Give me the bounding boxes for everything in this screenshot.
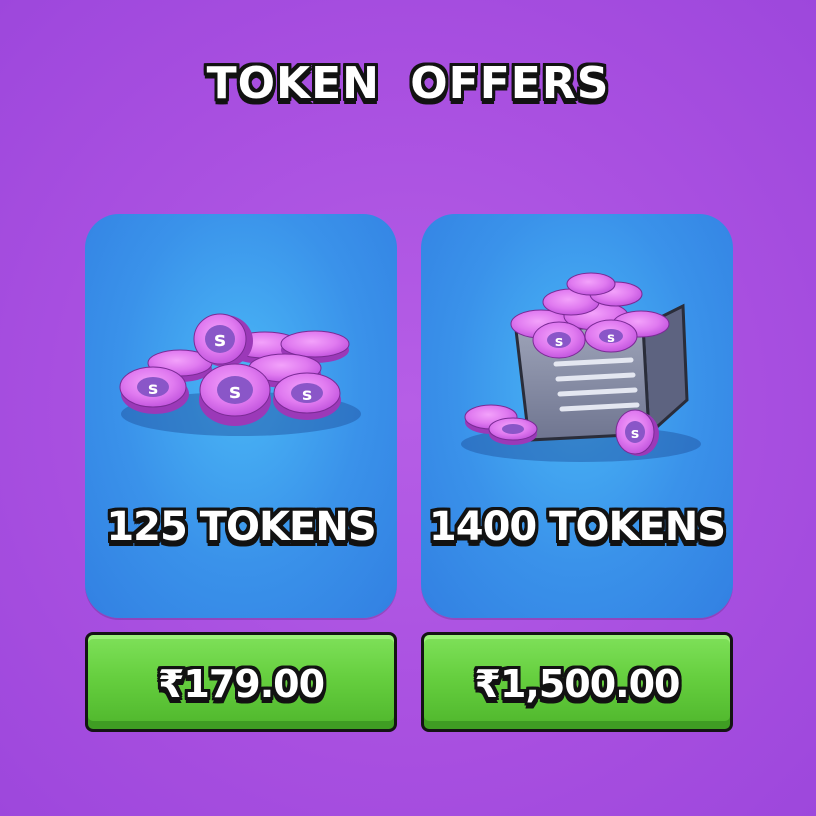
page-title: TOKEN OFFERS <box>206 58 610 109</box>
buy-button-125[interactable]: ₹179.00 <box>85 632 397 732</box>
svg-text:s: s <box>214 327 226 351</box>
svg-text:s: s <box>555 334 563 350</box>
token-pile-icon: s s s s <box>119 313 361 436</box>
offer-card-1400[interactable]: s s s 1400 TOKENS <box>421 214 733 618</box>
price-label: ₹1,500.00 <box>474 662 681 706</box>
svg-text:s: s <box>631 426 639 442</box>
token-chest-icon: s s s <box>461 272 701 462</box>
offer-amount-label: 125 TOKENS <box>106 504 376 550</box>
offer-card-125[interactable]: s s s s 125 TOKENS <box>85 214 397 618</box>
svg-text:s: s <box>229 379 241 403</box>
svg-text:s: s <box>607 331 615 346</box>
svg-text:s: s <box>302 385 312 405</box>
price-label: ₹179.00 <box>157 662 325 706</box>
buy-button-1400[interactable]: ₹1,500.00 <box>421 632 733 732</box>
svg-text:s: s <box>148 379 158 399</box>
offer-amount-label: 1400 TOKENS <box>428 504 726 550</box>
